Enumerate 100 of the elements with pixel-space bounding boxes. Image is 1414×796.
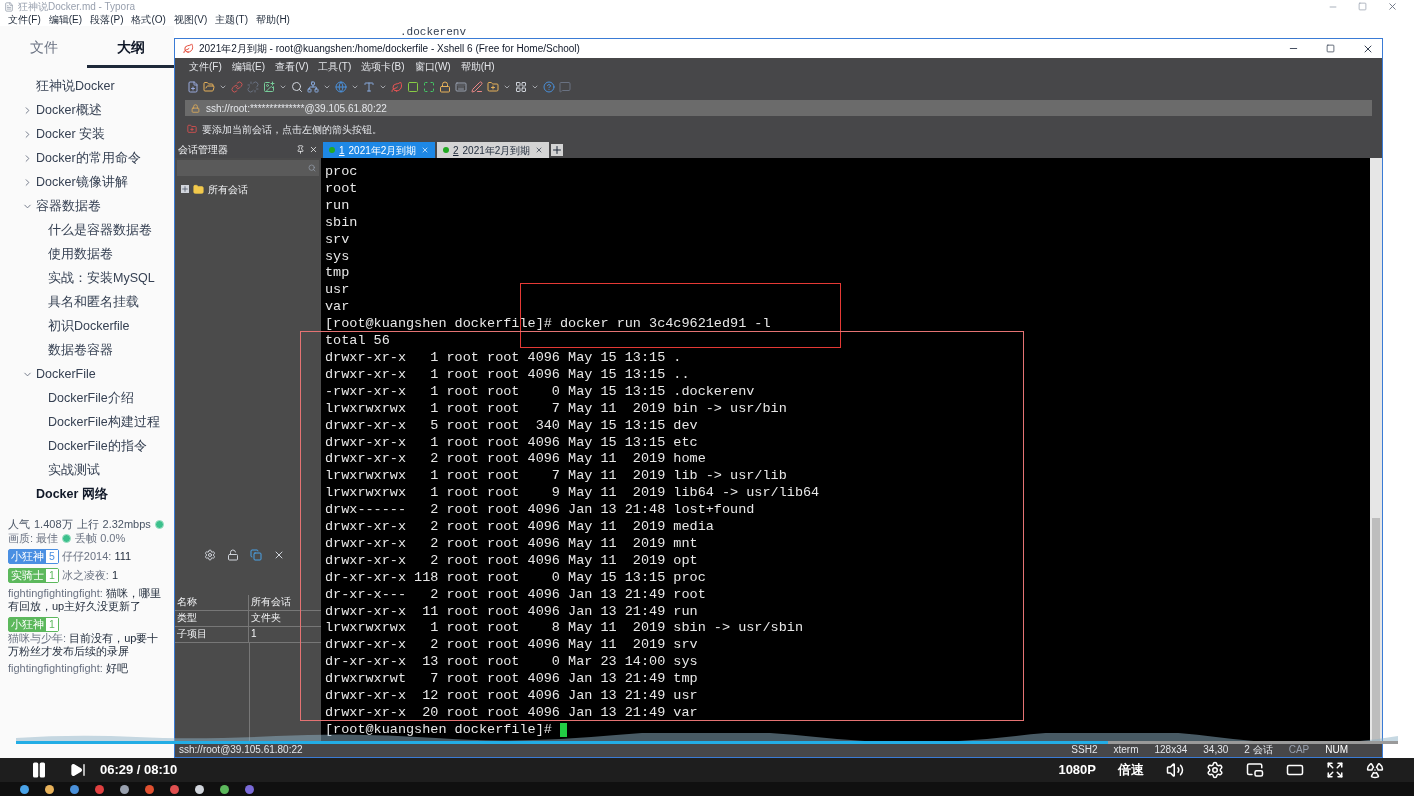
close-icon[interactable] [273,549,285,561]
outline-item[interactable]: DockerFile构建过程 [48,412,160,432]
outline-item[interactable]: 具名和匿名挂载 [48,292,139,312]
outline-item[interactable]: 容器数据卷 [36,196,101,216]
taskbar-app-icon[interactable] [220,784,229,794]
search-field[interactable] [177,160,319,176]
outline-item[interactable]: Docker 网络 [36,484,108,504]
outline-item[interactable]: Docker 安装 [36,124,106,144]
new-file-icon[interactable] [187,81,199,93]
outline-item[interactable]: 实战：安装MySQL [48,268,155,288]
speed-button[interactable]: 倍速 [1118,760,1144,780]
search-icon[interactable] [308,164,316,172]
menu-item[interactable]: 编辑(E) [231,62,266,72]
layout-icon[interactable] [515,81,527,93]
menu-item[interactable]: 文件(F) [8,14,41,25]
menu-item[interactable]: 帮助(H) [256,14,290,25]
menu-item[interactable]: 编辑(E) [48,14,83,25]
terminal-line: drwxr-xr-x 2 root root 4096 May 11 2019 opt [325,552,698,570]
taskbar-app-icon[interactable] [20,784,29,794]
terminal-line: drwx------ 2 root root 4096 Jan 13 21:48 lost+found [325,502,755,520]
square-icon[interactable] [407,81,419,93]
sidebar-tab[interactable]: 文件 [0,30,87,68]
progress-track[interactable] [16,741,1398,744]
network-icon[interactable] [307,81,319,93]
status-cursor: 34,30 [1203,745,1229,755]
folder-add-icon[interactable] [487,81,499,93]
maximize-icon[interactable] [1326,44,1335,53]
caret-icon[interactable] [503,83,511,91]
menu-item[interactable]: 窗口(W) [414,62,451,72]
caret-icon[interactable] [531,83,539,91]
picture-in-picture-icon[interactable] [1246,761,1264,779]
hint-text: 要添加当前会话，点击左侧的箭头按钮。 [202,122,382,137]
tree-item[interactable]: 所有会话 [208,182,248,196]
unlock-icon[interactable] [227,549,239,561]
chat-message: 冰之凌夜: 1 [61,569,119,582]
caret-icon[interactable] [279,83,287,91]
fullscreen-icon[interactable] [1326,761,1344,779]
outline-item[interactable]: 狂神说Docker [36,76,115,96]
font-icon[interactable] [363,81,375,93]
caret-icon[interactable] [351,83,359,91]
property-value: 文件夹 [250,611,282,625]
help-icon[interactable] [543,81,555,93]
outline-item[interactable]: DockerFile的指令 [48,436,147,456]
outline-item[interactable]: DockerFile [36,364,96,384]
lock-icon[interactable] [439,81,451,93]
terminal-line: dr-xr-xr-x 13 root root 0 Mar 23 14:00 sys [325,654,698,672]
close-tab-icon[interactable] [535,146,543,154]
outline-item[interactable]: 数据卷容器 [48,340,113,360]
menu-item[interactable]: 帮助(H) [460,62,495,72]
scrollbar[interactable] [1370,158,1382,743]
taskbar-app-icon[interactable] [120,784,129,794]
outline-item[interactable]: Docker的常用命令 [36,148,141,168]
quality-button[interactable]: 1080P [1058,760,1096,780]
menu-item[interactable]: 段落(P) [90,14,124,25]
outline-item[interactable]: Docker镜像讲解 [36,172,128,192]
session-tab[interactable]: 2 2021年2月到期 [437,142,549,158]
address-field[interactable]: ssh://root:**************@39.105.61.80:22 [185,100,1372,116]
taskbar-app-icon[interactable] [70,784,79,794]
outline-item[interactable]: Docker概述 [36,100,102,120]
menu-item[interactable]: 查看(V) [275,62,309,72]
keyboard-icon[interactable] [455,81,467,93]
terminal-line: drwxr-xr-x 5 root root 340 May 15 13:15 dev [325,417,698,435]
menu-item[interactable]: 工具(T) [318,62,352,72]
pause-icon[interactable] [30,761,48,779]
expand-icon[interactable] [181,185,189,193]
terminal-line: srv [325,231,350,249]
copy-icon[interactable] [250,549,262,561]
menu-item[interactable]: 视图(V) [173,14,208,25]
menu-item[interactable]: 格式(O) [131,14,166,25]
next-icon[interactable] [70,762,86,778]
outline-item[interactable]: 什么是容器数据卷 [48,220,152,240]
menu-item[interactable]: 主题(T) [215,14,249,25]
outline-item[interactable]: 初识Dockerfile [48,316,130,336]
close-icon[interactable] [309,144,318,154]
search-icon[interactable] [291,81,303,93]
bookmark-icon[interactable] [187,124,197,134]
caret-icon[interactable] [323,83,331,91]
pen-icon[interactable] [471,81,483,93]
outline-item[interactable]: 使用数据卷 [48,244,113,264]
badge-level: 5 [46,550,58,563]
outline-item[interactable]: DockerFile介绍 [48,388,134,408]
terminal-line: total 56 [325,333,390,350]
caret-icon[interactable] [379,83,387,91]
image-icon[interactable] [263,81,275,93]
add-tab-icon[interactable] [551,144,563,156]
taskbar-app-icon[interactable] [45,784,54,794]
caret-icon[interactable] [219,83,227,91]
terminal-line: drwxr-xr-x 20 root root 4096 Jan 13 21:49 var [325,705,698,722]
session-tab[interactable]: 1 2021年2月到期 [323,142,435,158]
folder-icon[interactable] [203,81,215,93]
taskbar-app-icon[interactable] [195,784,204,794]
terminal-line: lrwxrwxrwx 1 root root 8 May 11 2019 sbin -> usr/sbin [325,620,803,638]
link-icon[interactable] [231,81,243,93]
globe-icon[interactable] [335,81,347,93]
menu-item[interactable]: 选项卡(B) [361,62,405,72]
menu-item[interactable]: 文件(F) [189,62,222,72]
pin-icon[interactable] [296,144,305,154]
outline-item[interactable]: 实战测试 [48,460,100,480]
terminal-line: usr [325,282,350,300]
volume-icon[interactable] [1166,761,1184,779]
